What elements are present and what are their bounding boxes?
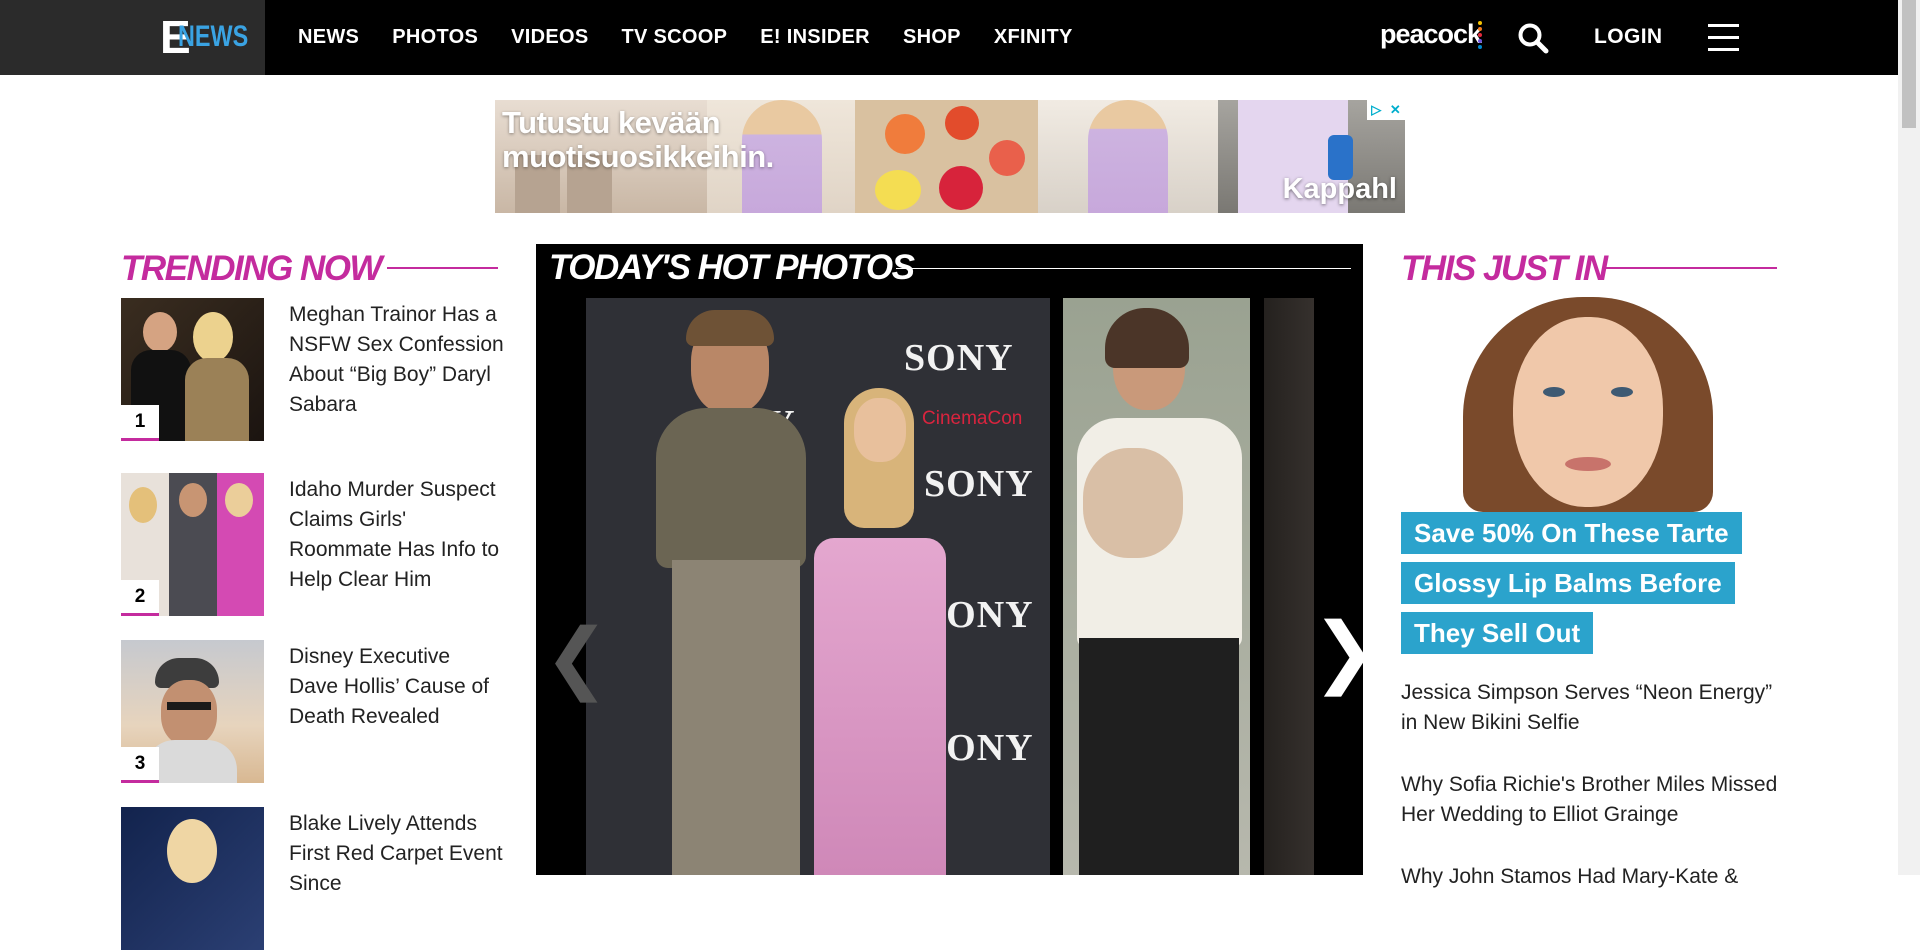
just-in-link[interactable]: Jessica Simpson Serves “Neon Energy” in … (1401, 678, 1781, 738)
nav-tv-scoop[interactable]: TV SCOOP (622, 26, 728, 49)
nav-shop[interactable]: SHOP (903, 26, 961, 49)
login-link[interactable]: LOGIN (1594, 25, 1663, 49)
ad-headline-line-2: muotisuosikkeihin. (502, 139, 774, 174)
carousel-next-button[interactable]: ❯ (1312, 612, 1363, 692)
top-navigation: E NEWS NEWS PHOTOS VIDEOS TV SCOOP E! IN… (0, 0, 1898, 75)
trending-title: TRENDING NOW (121, 249, 383, 288)
just-in-feature-image[interactable] (1401, 297, 1775, 512)
ad-panel-flowers (855, 100, 1038, 213)
trending-rule (387, 267, 498, 269)
main-nav: NEWS PHOTOS VIDEOS TV SCOOP E! INSIDER S… (298, 0, 1106, 75)
hot-photos-rule (896, 268, 1351, 269)
hot-photos-title: TODAY'S HOT PHOTOS (549, 248, 915, 287)
promo-headline-line[interactable]: Glossy Lip Balms Before (1401, 562, 1735, 604)
rank-badge: 2 (121, 580, 159, 616)
peacock-link[interactable]: peacock (1380, 19, 1482, 50)
just-in-rule (1604, 267, 1777, 269)
menu-icon[interactable] (1708, 24, 1739, 52)
promo-headline-line[interactable]: Save 50% On These Tarte (1401, 512, 1742, 554)
ad-choices[interactable]: ▷ ✕ (1367, 100, 1405, 120)
backdrop-brand: CinemaCon (922, 408, 1023, 429)
adchoices-icon[interactable]: ▷ (1371, 102, 1381, 118)
hot-photo-1[interactable]: SONY SONY SONY SONY SONY CinemaCon (586, 298, 1050, 875)
trending-headline[interactable]: Meghan Trainor Has a NSFW Sex Confession… (289, 300, 504, 420)
trending-thumbnail[interactable]: 2 (121, 473, 264, 616)
hot-photos-carousel: TODAY'S HOT PHOTOS SONY SONY SONY SONY S… (536, 244, 1363, 875)
backdrop-text: SONY (924, 463, 1034, 505)
nav-videos[interactable]: VIDEOS (511, 26, 588, 49)
logo[interactable]: E NEWS (0, 0, 265, 75)
hot-photo-3[interactable] (1264, 298, 1314, 875)
rank-badge: 3 (121, 747, 159, 783)
page-scrollbar[interactable] (1898, 0, 1920, 875)
logo-news: NEWS (178, 20, 249, 53)
trending-thumbnail[interactable]: 1 (121, 298, 264, 441)
rank-badge: 1 (121, 405, 159, 441)
trending-thumbnail[interactable] (121, 807, 264, 950)
just-in-link[interactable]: Why Sofia Richie's Brother Miles Missed … (1401, 770, 1781, 830)
just-in-title: THIS JUST IN (1401, 249, 1608, 288)
nav-e-insider[interactable]: E! INSIDER (760, 26, 870, 49)
trending-headline[interactable]: Blake Lively Attends First Red Carpet Ev… (289, 809, 504, 899)
ad-headline-line-1: Tutustu kevään (502, 105, 721, 140)
trending-headline[interactable]: Idaho Murder Suspect Claims Girls' Roomm… (289, 475, 504, 595)
ad-brand: Kappahl (1282, 173, 1397, 205)
peacock-dots-icon (1478, 21, 1482, 51)
ad-banner[interactable]: Tutustu kevään muotisuosikkeihin. Kappah… (495, 100, 1405, 213)
trending-headline[interactable]: Disney Executive Dave Hollis’ Cause of D… (289, 642, 504, 732)
hot-photo-2[interactable] (1063, 298, 1250, 875)
promo-headline-line[interactable]: They Sell Out (1401, 612, 1594, 654)
close-ad-icon[interactable]: ✕ (1390, 102, 1401, 118)
scrollbar-thumb[interactable] (1902, 0, 1916, 128)
ad-headline: Tutustu kevään muotisuosikkeihin. (502, 106, 774, 174)
nav-xfinity[interactable]: XFINITY (994, 26, 1073, 49)
trending-thumbnail[interactable]: 3 (121, 640, 264, 783)
backdrop-text: SONY (904, 337, 1014, 379)
carousel-prev-button[interactable]: ❮ (544, 618, 609, 698)
search-icon[interactable] (1517, 22, 1549, 54)
ad-panel-3 (1038, 100, 1218, 213)
nav-photos[interactable]: PHOTOS (392, 26, 478, 49)
just-in-link[interactable]: Why John Stamos Had Mary-Kate & (1401, 862, 1781, 892)
nav-news[interactable]: NEWS (298, 26, 359, 49)
